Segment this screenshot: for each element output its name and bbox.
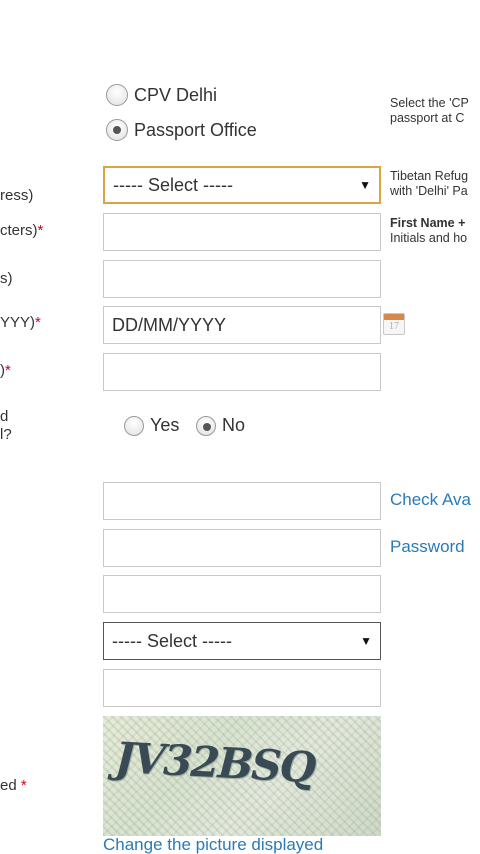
captcha-image: JV32BSQ [103,716,381,836]
chevron-down-icon: ▼ [360,634,372,648]
place-input[interactable] [103,353,381,391]
tibetan-hint-line1: Tibetan Refug [390,169,469,183]
required-mark: * [37,222,44,239]
hint-answer-input[interactable] [103,669,381,707]
radio-yes-circle[interactable] [124,415,144,436]
radio-no[interactable]: No [196,415,245,436]
cpv-hint-line2: passport at C [390,111,465,125]
name-hint-line2: Initials and ho [390,231,468,245]
captcha-label: ed * [0,777,27,794]
confirm-password-input[interactable] [103,575,381,613]
cpv-hint: Select the 'CP passport at C [390,96,469,126]
chevron-down-icon: ▼ [359,178,371,192]
cpv-hint-line1: Select the 'CP [390,96,469,110]
calendar-icon-day: 17 [389,321,399,332]
captcha-label-text: ed [0,777,17,794]
name-hint: First Name + Initials and ho [390,216,467,246]
yes-no-question-line1: d [0,408,9,425]
surname-label: s) [0,270,13,287]
radio-cpv-delhi[interactable]: CPV Delhi [106,84,217,106]
required-mark: * [20,777,27,794]
radio-yes[interactable]: Yes [124,415,179,436]
dob-label: YYY)* [0,314,41,331]
surname-input[interactable] [103,260,381,298]
dob-input[interactable] [103,306,381,344]
yes-no-question: d l? [0,408,12,444]
yes-no-question-line2: l? [0,426,12,443]
radio-cpv-delhi-circle[interactable] [106,84,128,106]
radio-passport-office-label: Passport Office [134,119,257,140]
given-name-label: cters)* [0,222,43,239]
radio-no-circle[interactable] [196,415,216,436]
hint-question-select-value: ----- Select ----- [112,630,232,651]
tibetan-hint: Tibetan Refug with 'Delhi' Pa [390,169,468,199]
hint-question-select[interactable]: ----- Select ----- ▼ [103,622,381,660]
radio-passport-office-circle[interactable] [106,119,128,141]
radio-yes-label: Yes [150,415,180,435]
captcha-text: JV32BSQ [113,732,316,793]
radio-passport-office[interactable]: Passport Office [106,119,257,141]
change-picture-link[interactable]: Change the picture displayed [103,835,323,854]
calendar-icon[interactable]: 17 [383,313,405,335]
radio-cpv-delhi-label: CPV Delhi [134,84,218,105]
required-mark: * [5,362,11,379]
dob-label-text: YYY) [0,314,36,331]
given-name-label-text: cters) [0,222,38,239]
place-label: )* [0,362,11,379]
name-hint-bold: First Name + [390,216,466,230]
passport-office-label: ress) [0,187,34,204]
passport-office-select[interactable]: ----- Select ----- ▼ [103,166,381,204]
given-name-input[interactable] [103,213,381,251]
login-id-input[interactable] [103,482,381,520]
password-input[interactable] [103,529,381,567]
password-policy-link[interactable]: Password [390,537,465,557]
radio-no-label: No [222,415,246,435]
tibetan-hint-line2: with 'Delhi' Pa [390,184,468,198]
passport-office-select-value: ----- Select ----- [113,174,233,195]
required-mark: * [35,314,41,331]
check-availability-link[interactable]: Check Ava [390,490,471,510]
